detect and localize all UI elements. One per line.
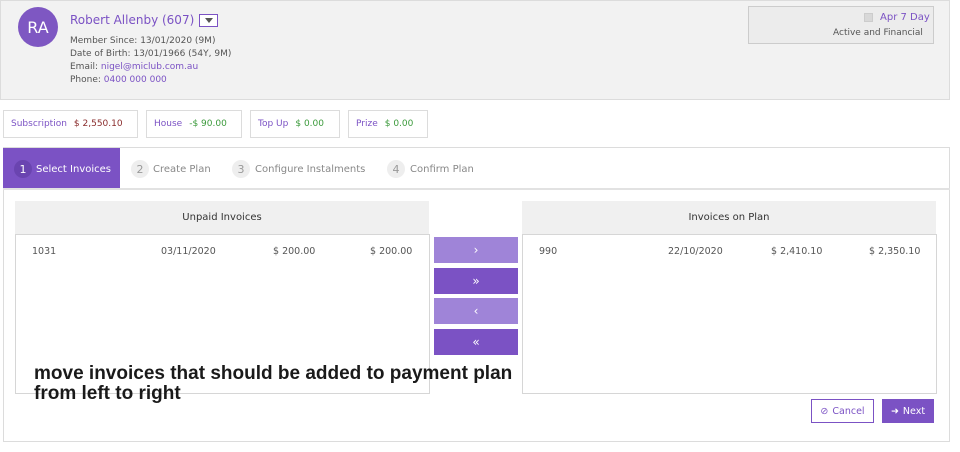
email-label: Email: [70, 62, 99, 72]
email: Email: nigel@miclub.com.au [70, 62, 198, 72]
member-since-value: 13/01/2020 (9M) [140, 36, 216, 46]
balance-subscription: Subscription $ 2,550.10 [3, 110, 138, 138]
dob-value: 13/01/1966 (54Y, 9M) [133, 49, 232, 59]
status-checkbox[interactable] [864, 13, 873, 22]
step-configure-instalments[interactable]: Configure Instalments [255, 164, 365, 175]
balance-label: Prize [356, 119, 378, 129]
balance-label: House [154, 119, 183, 129]
member-since: Member Since: 13/01/2020 (9M) [70, 36, 215, 46]
unpaid-invoices-header: Unpaid Invoices [15, 201, 429, 234]
dob-label: Date of Birth: [70, 49, 131, 59]
steps-divider [3, 188, 950, 190]
cancel-label: Cancel [832, 405, 865, 417]
invoice-outstanding: $ 200.00 [370, 246, 413, 257]
move-all-right-button[interactable]: » [434, 268, 518, 294]
invoice-number[interactable]: 990 [539, 246, 557, 257]
step-number: 1 [14, 160, 32, 178]
instruction-annotation: move invoices that should be added to pa… [34, 363, 513, 404]
invoices-on-plan-list[interactable] [522, 234, 937, 394]
move-left-button[interactable]: ‹ [434, 298, 518, 324]
step-confirm-plan[interactable]: Confirm Plan [410, 164, 474, 175]
balance-value: $ 0.00 [295, 119, 324, 129]
step-create-plan[interactable]: Create Plan [153, 164, 211, 175]
ban-icon: ⊘ [820, 405, 829, 417]
status-date: Apr 7 Day [880, 12, 930, 23]
balance-prize: Prize $ 0.00 [348, 110, 428, 138]
phone-link[interactable]: 0400 000 000 [104, 75, 167, 85]
invoice-amount: $ 2,410.10 [771, 246, 823, 257]
member-since-label: Member Since: [70, 36, 138, 46]
member-name[interactable]: Robert Allenby (607) [70, 13, 194, 27]
balance-value: -$ 90.00 [189, 119, 227, 129]
member-menu-button[interactable] [199, 14, 218, 27]
step-number: 3 [232, 160, 250, 178]
chevron-down-icon [205, 18, 213, 23]
move-all-left-button[interactable]: « [434, 329, 518, 355]
phone-label: Phone: [70, 75, 101, 85]
step-number: 2 [131, 160, 149, 178]
balance-value: $ 2,550.10 [73, 119, 123, 129]
cancel-button[interactable]: ⊘ Cancel [811, 399, 874, 423]
balance-label: Top Up [258, 119, 289, 129]
step-number: 4 [387, 160, 405, 178]
phone: Phone: 0400 000 000 [70, 75, 167, 85]
next-button[interactable]: ➜ Next [882, 399, 934, 423]
invoice-date: 03/11/2020 [161, 246, 216, 257]
invoices-on-plan-header: Invoices on Plan [522, 201, 936, 234]
date-of-birth: Date of Birth: 13/01/1966 (54Y, 9M) [70, 49, 231, 59]
balance-value: $ 0.00 [384, 119, 414, 129]
balance-label: Subscription [11, 119, 67, 129]
next-label: Next [902, 405, 926, 417]
invoice-outstanding: $ 2,350.10 [869, 246, 921, 257]
avatar: RA [18, 7, 58, 47]
balance-top-up: Top Up $ 0.00 [250, 110, 340, 138]
email-link[interactable]: nigel@miclub.com.au [101, 62, 198, 72]
arrow-right-icon: ➜ [890, 405, 899, 417]
balance-house: House -$ 90.00 [146, 110, 242, 138]
invoice-amount: $ 200.00 [273, 246, 316, 257]
move-right-button[interactable]: › [434, 237, 518, 263]
status-text: Active and Financial [833, 28, 923, 38]
invoice-date: 22/10/2020 [668, 246, 723, 257]
invoice-number[interactable]: 1031 [32, 246, 56, 257]
step-label: Select Invoices [36, 164, 111, 175]
